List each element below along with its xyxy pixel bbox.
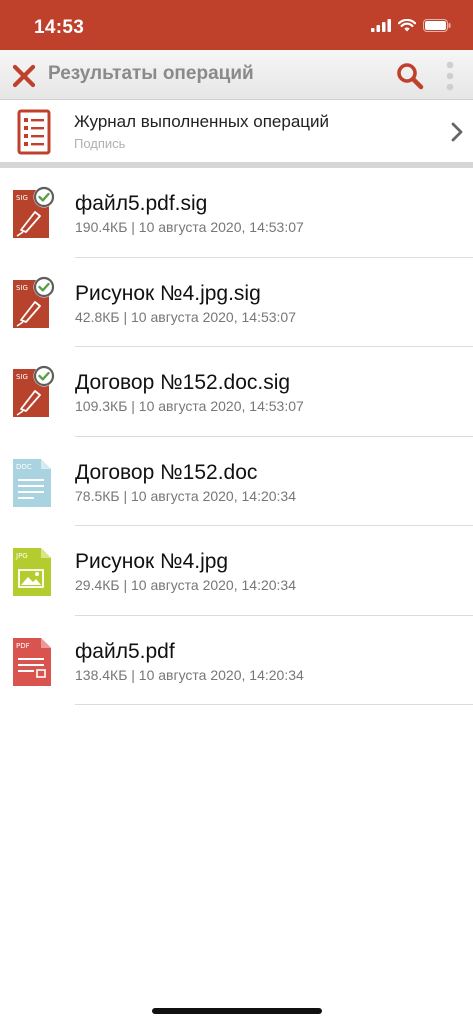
file-badge: PDF	[16, 642, 30, 650]
file-meta: 138.4КБ | 10 августа 2020, 14:20:34	[75, 666, 304, 683]
sig-file-icon: SIG	[13, 365, 55, 417]
home-indicator[interactable]	[152, 1008, 322, 1014]
app-bar: Результаты операций	[0, 50, 473, 100]
list-item[interactable]: SIG файл5.pdf.sig 190.4КБ | 10 августа 2…	[0, 168, 473, 258]
page-title: Результаты операций	[48, 63, 254, 84]
search-icon[interactable]	[395, 61, 425, 91]
sig-file-icon: SIG	[13, 276, 55, 328]
file-name: Рисунок №4.jpg	[75, 550, 229, 573]
file-name: Договор №152.doc	[75, 460, 258, 484]
file-badge: JPG	[15, 552, 28, 560]
close-icon[interactable]	[10, 62, 38, 90]
file-badge: SIG	[16, 284, 28, 292]
list-item[interactable]: SIG Договор №152.doc.sig 109.3КБ | 10 ав…	[0, 347, 473, 437]
list-item[interactable]: PDF файл5.pdf 138.4КБ | 10 августа 2020,…	[0, 616, 473, 705]
more-options-icon[interactable]	[443, 60, 457, 92]
status-icons	[371, 19, 451, 32]
file-name: файл5.pdf	[75, 639, 175, 663]
journal-title: Журнал выполненных операций	[74, 112, 330, 131]
file-meta: 29.4КБ | 10 августа 2020, 14:20:34	[75, 577, 296, 593]
signal-icon	[371, 19, 391, 32]
file-meta: 78.5КБ | 10 августа 2020, 14:20:34	[75, 487, 296, 504]
battery-icon	[423, 19, 451, 32]
file-badge: SIG	[16, 194, 28, 202]
pdf-file-icon: PDF	[13, 637, 51, 686]
doc-file-icon: DOC	[13, 458, 51, 507]
list-item[interactable]: JPG Рисунок №4.jpg 29.4КБ | 10 августа 2…	[0, 526, 473, 616]
file-meta: 42.8КБ | 10 августа 2020, 14:53:07	[75, 308, 296, 325]
wifi-icon	[398, 19, 416, 32]
file-name: файл5.pdf.sig	[75, 192, 208, 215]
file-badge: DOC	[16, 463, 32, 471]
file-meta: 190.4КБ | 10 августа 2020, 14:53:07	[75, 219, 304, 235]
journal-row[interactable]: Журнал выполненных операций Подпись	[0, 100, 473, 162]
jpg-file-icon: JPG	[13, 548, 51, 596]
file-meta: 109.3КБ | 10 августа 2020, 14:53:07	[75, 398, 304, 414]
row-divider	[75, 704, 473, 705]
status-bar: 14:53	[0, 0, 473, 50]
file-name: Договор №152.doc.sig	[75, 371, 291, 394]
chevron-right-icon	[451, 122, 463, 142]
sig-file-icon: SIG	[13, 186, 55, 238]
journal-icon	[17, 109, 51, 155]
status-time: 14:53	[34, 17, 85, 38]
journal-subtitle: Подпись	[74, 136, 126, 151]
file-list: SIG файл5.pdf.sig 190.4КБ | 10 августа 2…	[0, 168, 473, 705]
list-item[interactable]: DOC Договор №152.doc 78.5КБ | 10 августа…	[0, 437, 473, 526]
list-item[interactable]: SIG Рисунок №4.jpg.sig 42.8КБ | 10 авгус…	[0, 258, 473, 347]
file-badge: SIG	[16, 373, 28, 381]
file-name: Рисунок №4.jpg.sig	[75, 281, 261, 305]
